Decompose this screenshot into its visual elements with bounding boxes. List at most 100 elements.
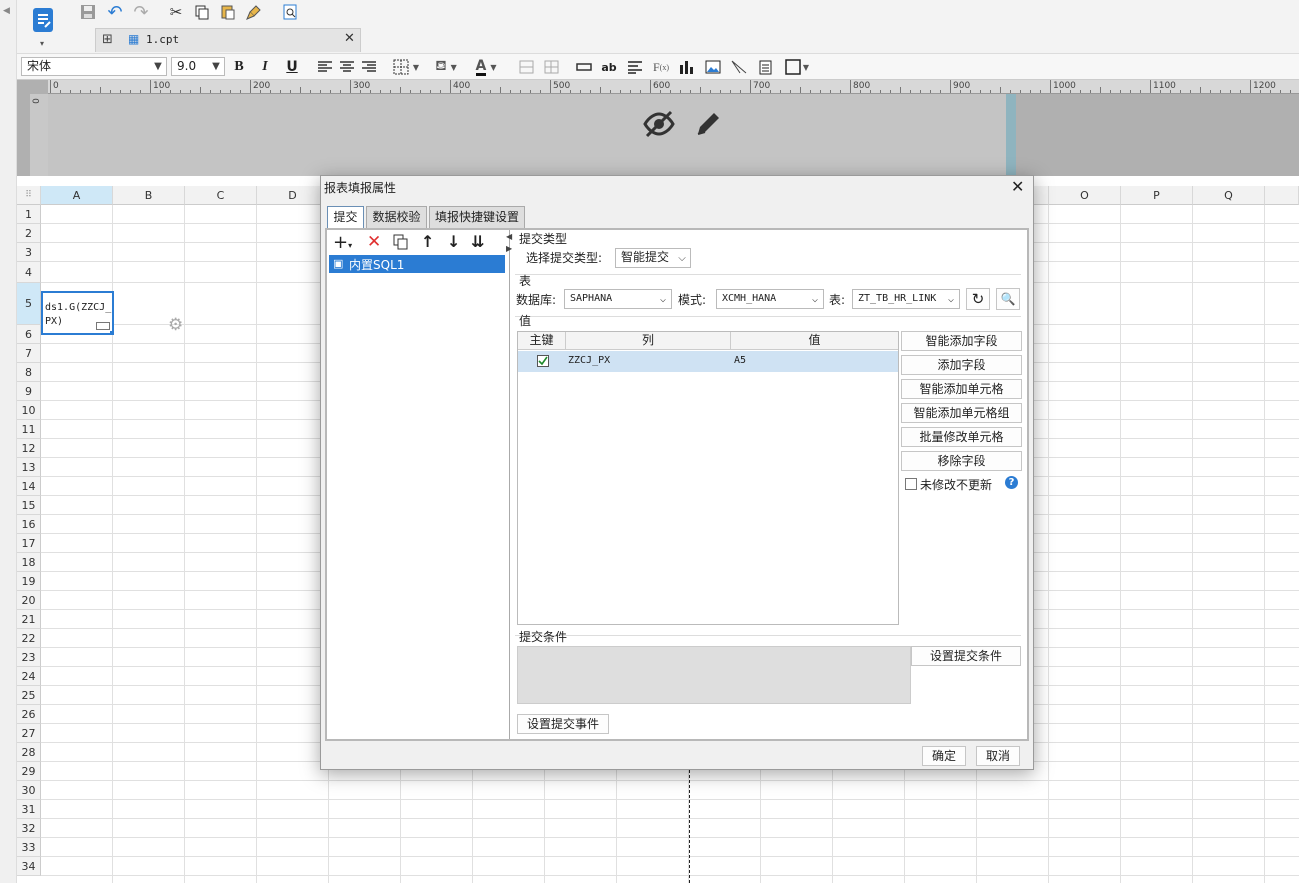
collapse-arrow-icon[interactable]: ◀ xyxy=(3,6,10,16)
font-name-select[interactable]: 宋体 ▼ xyxy=(21,57,167,76)
row-header[interactable]: 6 xyxy=(17,325,41,344)
row-header[interactable]: 4 xyxy=(17,262,41,283)
add-field-button[interactable]: 添加字段 xyxy=(901,355,1022,375)
tab-close-icon[interactable]: ✕ xyxy=(344,31,355,46)
row-header[interactable]: 16 xyxy=(17,515,41,534)
gear-icon[interactable]: ⚙ xyxy=(168,315,183,335)
smart-add-cell-button[interactable]: 智能添加单元格 xyxy=(901,379,1022,399)
paste-icon[interactable] xyxy=(219,3,237,21)
cancel-button[interactable]: 取消 xyxy=(976,746,1020,766)
column-header[interactable]: A xyxy=(41,186,113,205)
no-update-checkbox[interactable] xyxy=(905,478,917,490)
redo-icon[interactable]: ↷ xyxy=(131,2,151,23)
scroll-left-icon[interactable]: ◀ xyxy=(506,232,512,241)
hide-eye-icon[interactable] xyxy=(642,108,676,140)
row-header[interactable]: 33 xyxy=(17,838,41,857)
set-event-button[interactable]: 设置提交事件 xyxy=(517,714,609,734)
row-header[interactable]: 31 xyxy=(17,800,41,819)
row-header[interactable]: 29 xyxy=(17,762,41,781)
align-left-icon[interactable] xyxy=(316,58,334,76)
row-header[interactable]: 10 xyxy=(17,401,41,420)
primary-key-checkbox[interactable] xyxy=(537,355,549,367)
row-header[interactable]: 11 xyxy=(17,420,41,439)
edit-pencil-icon[interactable] xyxy=(692,108,724,140)
condition-area[interactable] xyxy=(517,646,911,704)
border-icon[interactable]: ▼ xyxy=(391,58,421,76)
row-header[interactable]: 23 xyxy=(17,648,41,667)
chevron-down-icon[interactable]: ⌵ xyxy=(943,290,959,308)
row-header[interactable]: 9 xyxy=(17,382,41,401)
move-up-icon[interactable]: ↑ xyxy=(421,232,434,251)
logo-dropdown-icon[interactable]: ▾ xyxy=(36,38,48,48)
column-header[interactable]: D xyxy=(257,186,329,205)
save-icon[interactable] xyxy=(79,3,97,21)
chevron-down-icon[interactable]: ▼ xyxy=(208,58,224,75)
undo-icon[interactable]: ↶ xyxy=(105,2,125,23)
slash-icon[interactable] xyxy=(730,58,748,76)
cell-element-icon[interactable]: ▼ xyxy=(782,58,812,76)
bold-button[interactable]: B xyxy=(231,58,247,76)
refresh-button[interactable]: ↻ xyxy=(966,288,990,310)
grid-insert-icon[interactable]: ⊞ xyxy=(102,32,113,47)
row-header[interactable]: 12 xyxy=(17,439,41,458)
row-header[interactable]: 5 xyxy=(17,283,41,325)
tab-data-validation[interactable]: 数据校验 xyxy=(366,206,427,228)
row-header[interactable]: 32 xyxy=(17,819,41,838)
copy-icon[interactable] xyxy=(393,234,409,253)
image-icon[interactable] xyxy=(704,58,722,76)
ok-button[interactable]: 确定 xyxy=(922,746,966,766)
column-header[interactable]: C xyxy=(185,186,257,205)
tab-shortcut-settings[interactable]: 填报快捷键设置 xyxy=(429,206,525,228)
expand-indicator-icon[interactable] xyxy=(96,322,110,330)
delete-icon[interactable]: ✕ xyxy=(367,232,381,252)
chevron-down-icon[interactable]: ⌵ xyxy=(807,290,823,308)
unmerge-cells-icon[interactable] xyxy=(542,58,560,76)
row-header[interactable]: 28 xyxy=(17,743,41,762)
underline-button[interactable]: U xyxy=(284,58,300,76)
column-header[interactable]: P xyxy=(1121,186,1193,205)
row-header[interactable]: 25 xyxy=(17,686,41,705)
formula-icon[interactable]: F (x) xyxy=(651,58,671,76)
row-header[interactable]: 19 xyxy=(17,572,41,591)
table-row[interactable]: ZZCJ_PX A5 xyxy=(518,351,898,372)
format-painter-icon[interactable] xyxy=(245,3,263,21)
help-icon[interactable]: ? xyxy=(1005,476,1018,489)
selected-cell-a5[interactable]: ds1.G(ZZCJ_PX) xyxy=(41,291,114,335)
row-header[interactable]: 3 xyxy=(17,243,41,262)
column-header[interactable]: O xyxy=(1049,186,1121,205)
move-bottom-icon[interactable]: ⇊ xyxy=(471,232,484,251)
add-icon[interactable]: +▾ xyxy=(333,232,352,253)
row-header[interactable]: 13 xyxy=(17,458,41,477)
chart-icon[interactable] xyxy=(678,58,696,76)
preview-table-button[interactable]: 🔍 xyxy=(996,288,1020,310)
row-header[interactable]: 30 xyxy=(17,781,41,800)
cut-icon[interactable]: ✂ xyxy=(167,3,185,21)
sub-report-icon[interactable] xyxy=(756,58,774,76)
paragraph-icon[interactable] xyxy=(626,58,644,76)
row-header[interactable]: 27 xyxy=(17,724,41,743)
row-header[interactable]: 14 xyxy=(17,477,41,496)
column-header[interactable]: B xyxy=(113,186,185,205)
row-header[interactable]: 22 xyxy=(17,629,41,648)
row-header[interactable]: 21 xyxy=(17,610,41,629)
align-center-icon[interactable] xyxy=(338,58,356,76)
italic-button[interactable]: I xyxy=(257,58,273,76)
row-header[interactable]: 1 xyxy=(17,205,41,224)
tab-submit[interactable]: 提交 xyxy=(327,206,364,229)
select-all-corner[interactable]: ⠿ xyxy=(17,186,41,205)
schema-select[interactable]: XCMH_HANA ⌵ xyxy=(716,289,824,309)
row-header[interactable]: 15 xyxy=(17,496,41,515)
batch-modify-cells-button[interactable]: 批量修改单元格 xyxy=(901,427,1022,447)
row-header[interactable]: 24 xyxy=(17,667,41,686)
chevron-down-icon[interactable]: ⌵ xyxy=(674,249,690,267)
list-item[interactable]: ▣ 内置SQL1 xyxy=(329,255,505,273)
row-header[interactable]: 17 xyxy=(17,534,41,553)
row-header[interactable]: 7 xyxy=(17,344,41,363)
font-size-select[interactable]: 9.0 ▼ xyxy=(171,57,225,76)
ab-text-button[interactable]: ab xyxy=(600,58,618,76)
row-header[interactable]: 18 xyxy=(17,553,41,572)
fill-handle[interactable] xyxy=(110,331,112,333)
scroll-right-icon[interactable]: ▶ xyxy=(506,244,512,253)
row-header[interactable]: 8 xyxy=(17,363,41,382)
smart-add-cell-group-button[interactable]: 智能添加单元格组 xyxy=(901,403,1022,423)
